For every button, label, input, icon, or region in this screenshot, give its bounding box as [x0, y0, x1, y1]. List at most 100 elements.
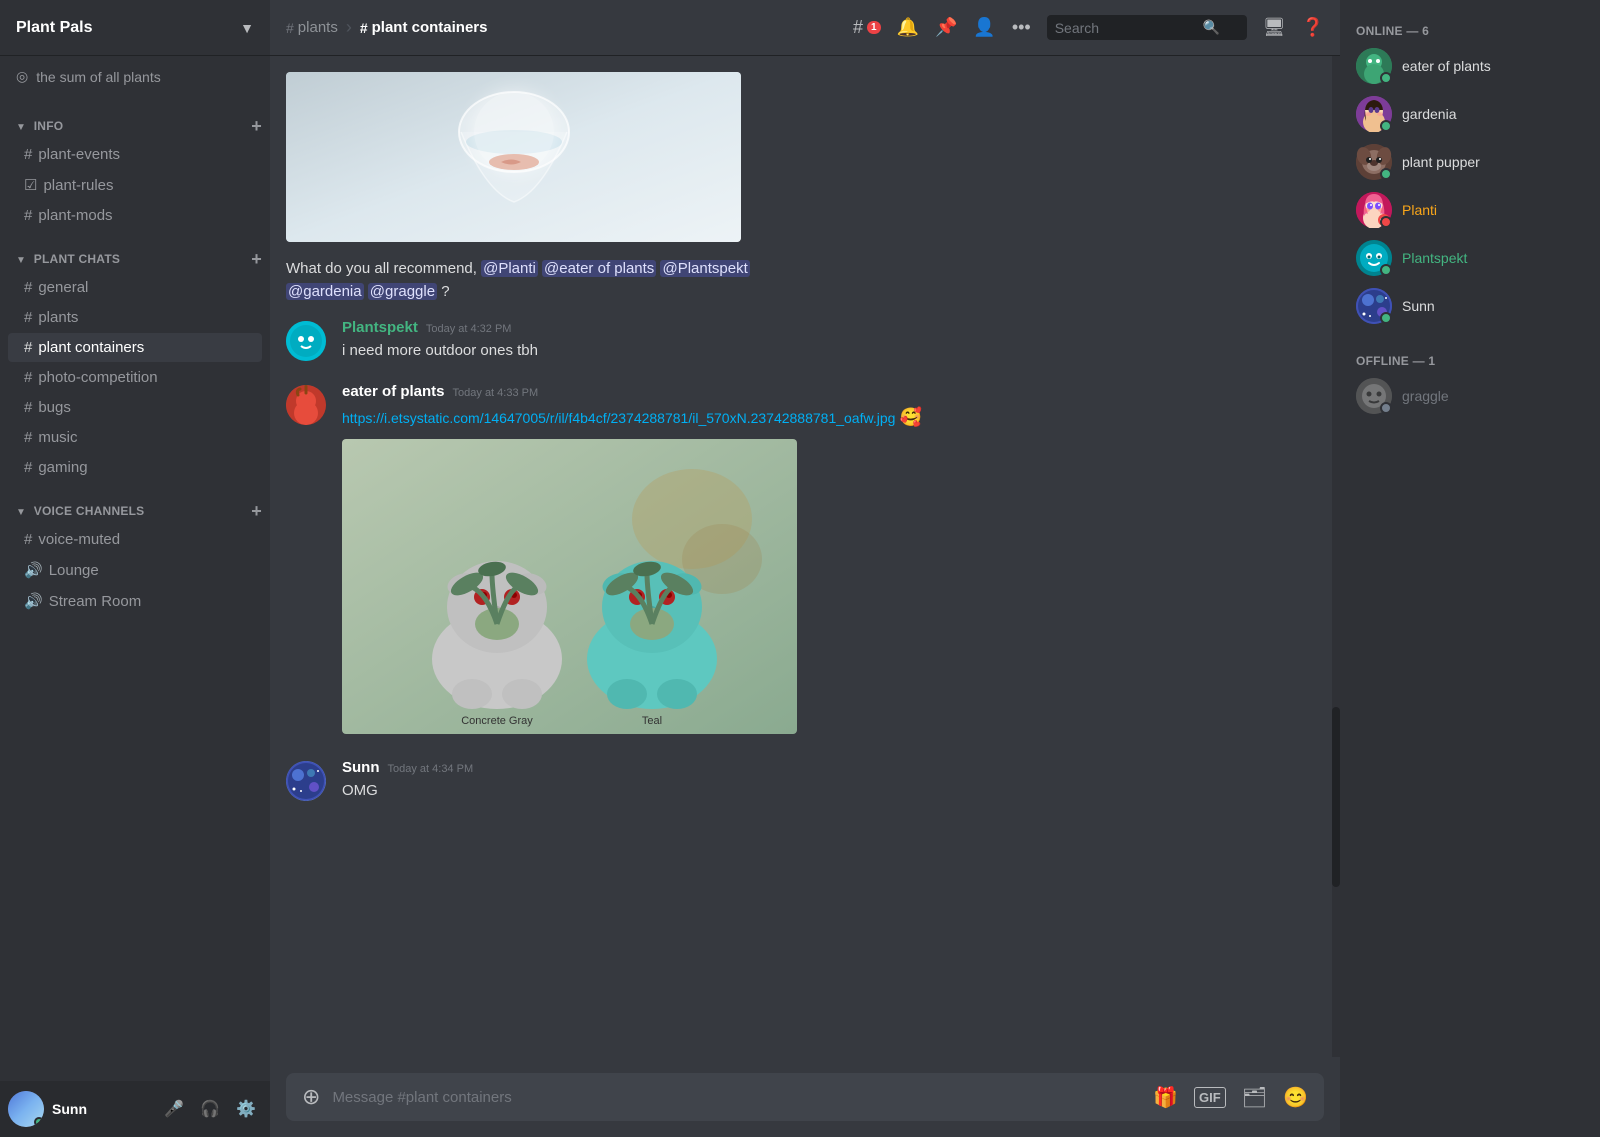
mention-plantspekt[interactable]: @Plantspekt	[660, 260, 749, 277]
channel-name: Lounge	[49, 562, 99, 579]
channel-plant-containers[interactable]: # plant containers	[8, 333, 262, 362]
section-info-header[interactable]: ▼ INFO +	[0, 113, 270, 139]
channel-music[interactable]: # music	[8, 423, 262, 452]
member-status-indicator	[1380, 312, 1392, 324]
server-header[interactable]: Plant Pals ▼	[0, 0, 270, 56]
member-name: eater of plants	[1402, 58, 1491, 74]
member-name: gardenia	[1402, 106, 1457, 122]
messages-area[interactable]: What do you all recommend, @Planti @eate…	[270, 56, 1340, 1057]
bulbasaur-svg: Concrete Gray	[342, 439, 797, 734]
more-options-button[interactable]: •••	[1012, 17, 1031, 38]
gif-button[interactable]: GIF	[1194, 1087, 1226, 1108]
member-avatar-wrap	[1356, 48, 1392, 84]
channel-name: photo-competition	[38, 369, 157, 386]
sunn-message-content: Sunn Today at 4:34 PM OMG	[342, 759, 1324, 803]
add-channel-info-button[interactable]: +	[251, 117, 262, 135]
add-channel-voice-button[interactable]: +	[251, 502, 262, 520]
member-name: plant pupper	[1402, 154, 1480, 170]
collapse-arrow-plant-chats: ▼	[16, 255, 26, 266]
channel-plants[interactable]: # plants	[8, 303, 262, 332]
mention-planti[interactable]: @Planti	[481, 260, 538, 277]
member-avatar-wrap	[1356, 144, 1392, 180]
current-channel: # plant containers	[360, 19, 488, 36]
message-header: Plantspekt Today at 4:32 PM	[342, 319, 1324, 336]
channel-general[interactable]: # general	[8, 273, 262, 302]
speaker-icon: 🔊	[24, 561, 43, 579]
gift-button[interactable]: 🎁	[1153, 1085, 1178, 1110]
hash-icon: #	[24, 309, 32, 326]
server-identity: ◎ the sum of all plants	[0, 56, 270, 97]
emoji-button[interactable]: 😊	[1283, 1085, 1308, 1110]
hash-icon: #	[24, 399, 32, 416]
member-item[interactable]: eater of plants	[1348, 42, 1592, 90]
settings-button[interactable]: ⚙️	[230, 1093, 262, 1125]
ellipsis-icon: •••	[1012, 17, 1031, 38]
mute-button[interactable]: 🎤	[158, 1093, 190, 1125]
deafen-button[interactable]: 🎧	[194, 1093, 226, 1125]
message-input[interactable]	[332, 1077, 1141, 1118]
section-plant-chats-label: PLANT CHATS	[34, 252, 120, 266]
member-avatar-wrap	[1356, 96, 1392, 132]
mention-eater[interactable]: @eater of plants	[542, 260, 656, 277]
member-item[interactable]: Planti	[1348, 186, 1592, 234]
member-item[interactable]: Sunn	[1348, 282, 1592, 330]
members-button[interactable]: 👤	[973, 17, 995, 38]
channel-plant-events[interactable]: # plant-events	[8, 140, 262, 169]
channel-plant-mods[interactable]: # plant-mods	[8, 201, 262, 230]
message-timestamp: Today at 4:33 PM	[453, 387, 539, 399]
current-user-info: Sunn	[52, 1101, 150, 1117]
message-text: https://i.etsystatic.com/14647005/r/il/f…	[342, 404, 1324, 431]
message-header: eater of plants Today at 4:33 PM	[342, 383, 1324, 400]
channel-voice-muted[interactable]: # voice-muted	[8, 525, 262, 554]
scrollbar-thumb[interactable]	[1332, 707, 1340, 887]
section-plant-chats-header[interactable]: ▼ PLANT CHATS +	[0, 246, 270, 272]
channel-gaming[interactable]: # gaming	[8, 453, 262, 482]
section-voice-channels-header[interactable]: ▼ VOICE CHANNELS +	[0, 498, 270, 524]
main-content: # plants › # plant containers # 1 🔔 📌 👤	[270, 0, 1340, 1137]
search-box[interactable]: 🔍	[1047, 15, 1247, 40]
pin-button[interactable]: 📌	[935, 17, 957, 38]
channel-photo-competition[interactable]: # photo-competition	[8, 363, 262, 392]
chat-input-container: ⊕ 🎁 GIF 🗂 😊	[286, 1073, 1324, 1121]
notifications-button[interactable]: 🔔	[897, 17, 919, 38]
add-channel-plant-chats-button[interactable]: +	[251, 250, 262, 268]
current-channel-name: plant containers	[372, 19, 488, 36]
member-status-indicator	[1380, 402, 1392, 414]
channel-name: plant-events	[38, 146, 120, 163]
search-input[interactable]	[1055, 20, 1195, 36]
channel-stream-room[interactable]: 🔊 Stream Room	[8, 586, 262, 616]
inbox-button[interactable]: 🖥	[1263, 17, 1286, 38]
hash-icon: #	[24, 459, 32, 476]
section-voice-label: VOICE CHANNELS	[34, 504, 145, 518]
channel-bugs[interactable]: # bugs	[8, 393, 262, 422]
member-avatar-wrap	[1356, 378, 1392, 414]
channel-name: bugs	[38, 399, 71, 416]
hash-icon: #	[286, 20, 294, 36]
bell-icon: 🔔	[897, 17, 919, 38]
chat-input-actions: 🎁 GIF 🗂 😊	[1153, 1085, 1308, 1110]
member-item[interactable]: Plantspekt	[1348, 234, 1592, 282]
top-image-svg	[286, 72, 741, 242]
hash-icon: #	[24, 531, 32, 548]
member-item[interactable]: plant pupper	[1348, 138, 1592, 186]
channel-plant-rules[interactable]: ☑ plant-rules	[8, 170, 262, 200]
mention-graggle[interactable]: @graggle	[368, 283, 437, 300]
member-name: graggle	[1402, 388, 1449, 404]
right-sidebar: ONLINE — 6 eater of plants	[1340, 0, 1600, 1137]
help-button[interactable]: ❓	[1302, 17, 1324, 38]
sticker-button[interactable]: 🗂	[1242, 1085, 1267, 1110]
channel-lounge[interactable]: 🔊 Lounge	[8, 555, 262, 585]
etsy-link[interactable]: https://i.etsystatic.com/14647005/r/il/f…	[342, 410, 895, 426]
member-item[interactable]: gardenia	[1348, 90, 1592, 138]
threads-button[interactable]: # 1	[853, 17, 881, 38]
scrollbar-track[interactable]	[1332, 56, 1340, 1057]
hash-icon: #	[24, 369, 32, 386]
member-avatar-wrap	[1356, 240, 1392, 276]
message-author: Sunn	[342, 759, 380, 776]
threads-icon: #	[853, 17, 863, 38]
add-content-button[interactable]: ⊕	[302, 1084, 320, 1110]
plant-image-top	[286, 72, 741, 242]
mention-gardenia[interactable]: @gardenia	[286, 283, 364, 300]
member-item[interactable]: graggle	[1348, 372, 1592, 420]
offline-members-header: OFFLINE — 1	[1348, 346, 1592, 372]
